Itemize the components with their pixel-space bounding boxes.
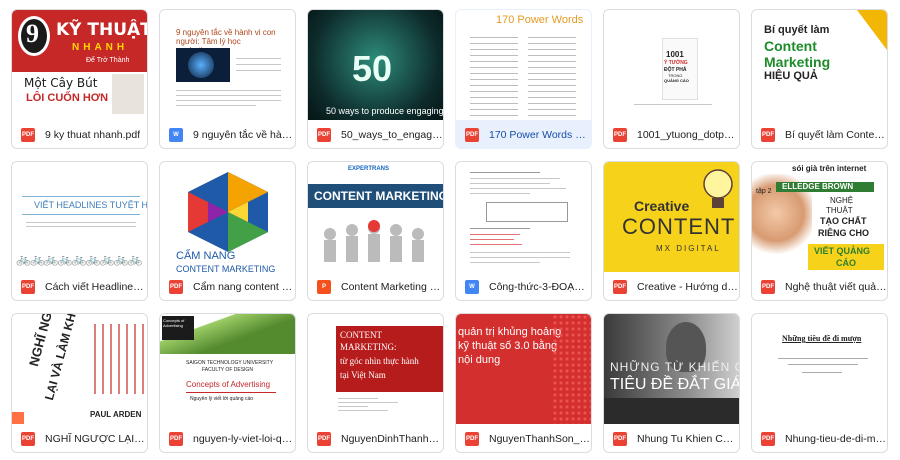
lightbulb-icon xyxy=(703,169,733,208)
file-card[interactable]: W Công-thức-3-ĐOẠN.docx xyxy=(455,161,592,301)
file-name: Creative - Hướng dẫn content.pdf xyxy=(637,281,739,293)
file-name: 1001_ytuong_dotpha_trong_quang_cao.pdf xyxy=(637,129,739,141)
file-grid: 9 KỸ THUẬT NHANH Để Trở Thành Một Cây Bú… xyxy=(11,9,891,459)
file-footer: PDF Bí quyết làm Content Marketing hiệu … xyxy=(752,120,887,148)
file-name: Content Marketing - Vexere.pptx xyxy=(341,281,443,293)
pdf-icon: PDF xyxy=(169,432,183,446)
file-card[interactable]: Bí quyết làm Content Marketing HIỆU QUẢ … xyxy=(751,9,888,149)
file-footer: PDF 50_ways_to_engage.pdf xyxy=(308,120,443,148)
file-name: Cẩm nang content marketing.pdf xyxy=(193,281,295,293)
word-icon: W xyxy=(169,128,183,142)
file-card[interactable]: CẨM NANG CONTENT MARKETING PDF Cẩm nang … xyxy=(159,161,296,301)
file-name: Công-thức-3-ĐOẠN.docx xyxy=(489,281,591,293)
file-footer: PDF 9 ky thuat nhanh.pdf xyxy=(12,120,147,148)
file-thumbnail: Những tiêu đề đi mượn xyxy=(752,314,887,424)
file-footer: PDF NguyenDinhThanh_Content_Marketing.pd… xyxy=(308,424,443,452)
pdf-icon: PDF xyxy=(465,128,479,142)
thumb-badge: 9 xyxy=(26,19,39,48)
file-name: Bí quyết làm Content Marketing hiệu quả.… xyxy=(785,129,887,141)
pdf-icon: PDF xyxy=(21,280,35,294)
powerpoint-icon: P xyxy=(317,280,331,294)
pdf-icon: PDF xyxy=(761,280,775,294)
file-footer: PDF Nghệ thuật viết quảng cáo.pdf xyxy=(752,272,887,300)
file-thumbnail: Creative CONTENT MX DIGITAL xyxy=(604,162,739,272)
file-thumbnail: NHỮNG TỪ KHIẾN CHO TIÊU ĐỀ ĐẮT GIÁ xyxy=(604,314,739,424)
file-card[interactable]: 9 nguyên tắc về hành vi con người: Tâm l… xyxy=(159,9,296,149)
file-card[interactable]: Concepts of Advertising SAIGON TECHNOLOG… xyxy=(159,313,296,453)
file-thumbnail: quản trị khủng hoảng kỹ thuật số 3.0 bằn… xyxy=(456,314,591,424)
pdf-icon: PDF xyxy=(761,128,775,142)
file-card-selected[interactable]: 170 Power Words PDF 170 Power Words For … xyxy=(455,9,592,149)
file-footer: PDF 1001_ytuong_dotpha_trong_quang_cao.p… xyxy=(604,120,739,148)
file-name: Cách viết Headlines hay.pdf xyxy=(45,281,147,293)
file-thumbnail: EXPERTRANS CONTENT MARKETING xyxy=(308,162,443,272)
file-footer: PDF 170 Power Words For Writing Headline… xyxy=(456,120,591,148)
file-thumbnail: NGHĨ NGƯỢC LẠI VÀ LÀM KHÁC ĐI PAUL ARDEN xyxy=(12,314,147,424)
file-thumbnail: sói già trên internet ELLEDGE BROWN tập … xyxy=(752,162,887,272)
file-thumbnail: CONTENT MARKETING: từ góc nhìn thực hành… xyxy=(308,314,443,424)
file-thumbnail: VIẾT HEADLINES TUYỆT HAY 🚲🚲🚲🚲🚲🚲🚲🚲🚲 xyxy=(12,162,147,272)
file-name: 9 ky thuat nhanh.pdf xyxy=(45,129,141,141)
file-footer: PDF NGHĨ NGƯỢC LẠI VÀ LÀM KHÁC ĐI.pdf xyxy=(12,424,147,452)
file-name: NguyenThanhSon_Digital.pdf xyxy=(489,433,591,445)
file-card[interactable]: 1001 Ý TƯỞNG ĐỘT PHÁ TRONG QUẢNG CÁO PDF… xyxy=(603,9,740,149)
file-card[interactable]: EXPERTRANS CONTENT MARKETING P Content M… xyxy=(307,161,444,301)
file-thumbnail: Bí quyết làm Content Marketing HIỆU QUẢ xyxy=(752,10,887,120)
file-name: NGHĨ NGƯỢC LẠI VÀ LÀM KHÁC ĐI.pdf xyxy=(45,433,147,445)
pdf-icon: PDF xyxy=(761,432,775,446)
pdf-icon: PDF xyxy=(317,128,331,142)
file-footer: W 9 nguyên tắc về hành vi con người: Tâm… xyxy=(160,120,295,148)
file-card[interactable]: VIẾT HEADLINES TUYỆT HAY 🚲🚲🚲🚲🚲🚲🚲🚲🚲 PDF C… xyxy=(11,161,148,301)
file-card[interactable]: sói già trên internet ELLEDGE BROWN tập … xyxy=(751,161,888,301)
file-footer: PDF Nhung-tieu-de-di-muon.pdf xyxy=(752,424,887,452)
pdf-icon: PDF xyxy=(613,128,627,142)
file-card[interactable]: CONTENT MARKETING: từ góc nhìn thực hành… xyxy=(307,313,444,453)
file-footer: PDF Cẩm nang content marketing.pdf xyxy=(160,272,295,300)
file-card[interactable]: NGHĨ NGƯỢC LẠI VÀ LÀM KHÁC ĐI PAUL ARDEN… xyxy=(11,313,148,453)
file-name: nguyen-ly-viet-loi-quang-cao.pdf xyxy=(193,433,295,445)
file-footer: P Content Marketing - Vexere.pptx xyxy=(308,272,443,300)
file-name: 50_ways_to_engage.pdf xyxy=(341,129,443,141)
file-card[interactable]: Những tiêu đề đi mượn PDF Nhung-tieu-de-… xyxy=(751,313,888,453)
file-thumbnail: 50 50 ways to produce engaging interacti… xyxy=(308,10,443,120)
file-name: Nghệ thuật viết quảng cáo.pdf xyxy=(785,281,887,293)
file-thumbnail: 9 KỸ THUẬT NHANH Để Trở Thành Một Cây Bú… xyxy=(12,10,147,120)
file-card[interactable]: 9 KỸ THUẬT NHANH Để Trở Thành Một Cây Bú… xyxy=(11,9,148,149)
file-footer: PDF Cách viết Headlines hay.pdf xyxy=(12,272,147,300)
file-footer: PDF NguyenThanhSon_Digital.pdf xyxy=(456,424,591,452)
file-thumbnail: Concepts of Advertising SAIGON TECHNOLOG… xyxy=(160,314,295,424)
file-footer: W Công-thức-3-ĐOẠN.docx xyxy=(456,272,591,300)
pdf-icon: PDF xyxy=(465,432,479,446)
file-name: 9 nguyên tắc về hành vi con người: Tâm l… xyxy=(193,129,295,141)
file-thumbnail: 1001 Ý TƯỞNG ĐỘT PHÁ TRONG QUẢNG CÁO xyxy=(604,10,739,120)
pdf-icon: PDF xyxy=(613,280,627,294)
file-name: NguyenDinhThanh_Content_Marketing.pdf xyxy=(341,433,443,445)
file-card[interactable]: Creative CONTENT MX DIGITAL PDF Creative… xyxy=(603,161,740,301)
pdf-icon: PDF xyxy=(21,432,35,446)
file-card[interactable]: quản trị khủng hoảng kỹ thuật số 3.0 bằn… xyxy=(455,313,592,453)
file-footer: PDF Nhung Tu Khien Cho Tieu De Dat Gia.p… xyxy=(604,424,739,452)
pdf-icon: PDF xyxy=(169,280,183,294)
file-name: Nhung-tieu-de-di-muon.pdf xyxy=(785,433,887,445)
file-footer: PDF nguyen-ly-viet-loi-quang-cao.pdf xyxy=(160,424,295,452)
file-name: Nhung Tu Khien Cho Tieu De Dat Gia.pdf xyxy=(637,433,739,445)
file-thumbnail xyxy=(456,162,591,272)
file-name: 170 Power Words For Writing Headlines.pd… xyxy=(489,129,591,141)
file-card[interactable]: 50 50 ways to produce engaging interacti… xyxy=(307,9,444,149)
pdf-icon: PDF xyxy=(317,432,331,446)
file-thumbnail: CẨM NANG CONTENT MARKETING xyxy=(160,162,295,272)
file-card[interactable]: NHỮNG TỪ KHIẾN CHO TIÊU ĐỀ ĐẮT GIÁ PDF N… xyxy=(603,313,740,453)
file-thumbnail: 170 Power Words xyxy=(456,10,591,120)
pdf-icon: PDF xyxy=(21,128,35,142)
word-icon: W xyxy=(465,280,479,294)
pdf-icon: PDF xyxy=(613,432,627,446)
file-footer: PDF Creative - Hướng dẫn content.pdf xyxy=(604,272,739,300)
file-thumbnail: 9 nguyên tắc về hành vi con người: Tâm l… xyxy=(160,10,295,120)
people-illustration xyxy=(324,220,424,262)
